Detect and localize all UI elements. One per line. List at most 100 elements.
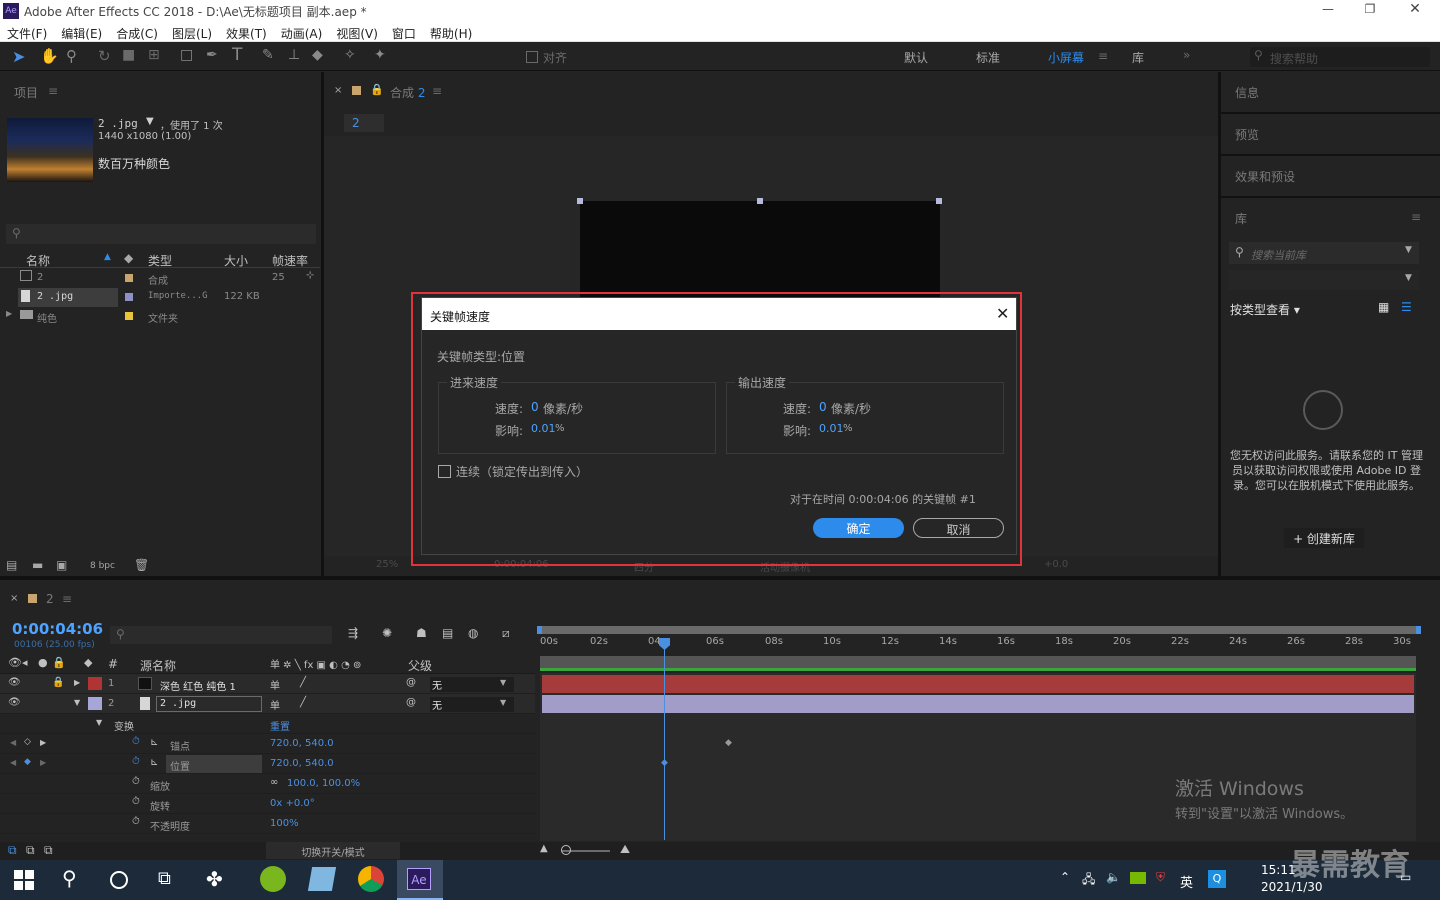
selection-tool-icon[interactable]: ➤ (12, 47, 25, 66)
work-area-start-handle[interactable] (537, 626, 542, 634)
puppet-pin-tool-icon[interactable]: ✦ (374, 47, 386, 63)
chevron-down-icon[interactable]: ▼ (1405, 273, 1412, 283)
panel-menu-icon[interactable]: ≡ (62, 592, 72, 606)
shy-layers-icon[interactable]: ☗ (416, 626, 427, 640)
prev-keyframe-icon[interactable]: ◀ (10, 758, 16, 767)
search-icon[interactable]: ⚲ (62, 866, 77, 890)
hand-tool-icon[interactable]: ✋ (40, 47, 59, 65)
dialog-close-icon[interactable]: ✕ (996, 304, 1009, 323)
workspace-menu-icon[interactable]: ≡ (1098, 49, 1108, 63)
selection-handle[interactable] (757, 198, 763, 204)
timeline-comp-name[interactable]: 2 (46, 592, 54, 606)
minimize-button[interactable]: — (1318, 2, 1338, 16)
menu-animation[interactable]: 动画(A) (274, 22, 330, 42)
volume-icon[interactable]: 🔈 (1106, 870, 1121, 884)
panel-menu-icon[interactable]: ≡ (432, 84, 442, 98)
close-tab-icon[interactable]: × (10, 593, 18, 604)
add-keyframe-icon[interactable]: ◇ (24, 737, 31, 747)
new-composition-icon[interactable]: ▣ (56, 558, 67, 572)
bpc-label[interactable]: 8 bpc (90, 561, 115, 571)
expand-arrow-icon[interactable]: ▶ (6, 309, 12, 318)
prev-keyframe-icon[interactable]: ◀ (10, 738, 16, 747)
pinwheel-app-icon[interactable]: ✤ (206, 867, 223, 891)
visibility-toggle-icon[interactable]: 👁 (8, 677, 21, 688)
align-checkbox[interactable] (526, 51, 538, 63)
property-value[interactable]: 720.0, 540.0 (270, 738, 334, 749)
grid-view-icon[interactable]: ▦ (1378, 300, 1389, 314)
library-search-input[interactable]: ⚲ 搜索当前库 ▼ (1229, 242, 1419, 264)
interpret-footage-icon[interactable]: ▤ (6, 558, 17, 572)
column-size[interactable]: 大小 (224, 252, 248, 269)
property-row-scale[interactable]: ⏱ 缩放 ∞ 100.0, 100.0% (0, 774, 535, 794)
rotate-tool-icon[interactable]: ↻ (98, 47, 111, 65)
flowchart-icon[interactable]: ⊹ (306, 270, 314, 281)
nvidia-icon[interactable] (1130, 872, 1146, 884)
layer-row[interactable]: 👁 🔒 ▶ 1 深色 红色 纯色 1 单 ╱ @ 无 ▼ (0, 674, 535, 694)
after-effects-taskbar-button[interactable]: Ae (397, 860, 443, 900)
menu-composition[interactable]: 合成(C) (109, 22, 165, 42)
source-name-header[interactable]: 源名称 (140, 657, 176, 674)
graph-editor-icon[interactable]: ⧄ (502, 626, 510, 641)
asset-dropdown-icon[interactable]: ▼ (146, 116, 154, 127)
pen-tool-icon[interactable]: ✒ (206, 47, 218, 63)
zoom-slider-handle[interactable] (561, 845, 571, 855)
preview-panel-tab[interactable]: 预览 (1235, 126, 1259, 143)
label-tag-icon[interactable]: ◆ (124, 251, 133, 265)
menu-view[interactable]: 视图(V) (329, 22, 385, 42)
transform-group-row[interactable]: ▼ 变换 重置 (0, 714, 535, 734)
property-row-anchor[interactable]: ◀ ◇ ▶ ⏱ ⊾ 锚点 720.0, 540.0 (0, 734, 535, 754)
project-item-jpg[interactable]: 2 .jpg Importe...G 122 KB (0, 288, 320, 307)
layer-label-swatch[interactable] (88, 677, 102, 690)
new-folder-icon[interactable]: ▬ (32, 558, 43, 572)
sort-ascending-icon[interactable]: ▲ (104, 252, 111, 262)
project-item-folder[interactable]: ▶ 纯色 文件夹 (0, 307, 320, 326)
roto-brush-tool-icon[interactable]: ✧ (344, 47, 356, 63)
layer-name[interactable]: 深色 红色 纯色 1 (160, 678, 236, 693)
workspace-default[interactable]: 默认 (904, 49, 928, 66)
chevron-down-icon[interactable]: ▼ (500, 678, 506, 687)
transfer-controls-icon[interactable]: ⧉ (26, 843, 35, 858)
chrome-icon[interactable] (358, 866, 384, 892)
view-by-type[interactable]: 按类型查看 ▾ (1230, 301, 1300, 318)
next-keyframe-icon[interactable]: ▶ (40, 758, 46, 767)
start-icon[interactable] (14, 870, 34, 890)
motion-blur-icon[interactable]: ◍ (468, 626, 478, 640)
camera-tool-icon[interactable]: ■ (122, 47, 135, 63)
stopwatch-icon[interactable]: ⏱ (132, 736, 140, 747)
lock-toggle-icon[interactable]: 🔒 (52, 677, 64, 688)
eraser-tool-icon[interactable]: ◆ (312, 47, 323, 63)
toggle-switches-modes[interactable]: 切换开关/模式 (266, 842, 400, 859)
project-search-input[interactable]: ⚲ (6, 224, 316, 244)
work-area-end-handle[interactable] (1416, 626, 1421, 634)
zoom-out-icon[interactable]: ▲ (540, 843, 548, 854)
stopwatch-icon[interactable]: ⏱ (132, 796, 140, 807)
close-tab-icon[interactable]: × (334, 85, 342, 96)
work-area-bar[interactable] (537, 626, 1421, 634)
property-row-opacity[interactable]: ⏱ 不透明度 100% (0, 814, 535, 834)
trash-icon[interactable]: 🗑 (134, 558, 149, 572)
comp-flowchart-icon[interactable]: ⇶ (348, 626, 358, 640)
network-icon[interactable]: 🖧 (1082, 870, 1095, 891)
library-panel-tab[interactable]: 库 (1235, 210, 1247, 227)
search-help-box[interactable]: ⚲ 搜索帮助 (1250, 47, 1430, 67)
continuous-label[interactable]: 连续（锁定传出到传入） (456, 463, 588, 480)
continuous-checkbox[interactable] (438, 465, 451, 478)
graph-icon[interactable]: ⊾ (150, 757, 158, 768)
chevron-down-icon[interactable]: ▼ (1405, 245, 1412, 255)
pan-behind-tool-icon[interactable]: ⊞ (148, 47, 160, 63)
chevron-down-icon[interactable]: ▼ (500, 698, 506, 707)
zoom-in-icon[interactable]: ⛰ (620, 842, 630, 857)
project-item-comp[interactable]: 2 合成 25 ⊹ (0, 269, 320, 288)
column-fps[interactable]: 帧速率 (272, 252, 308, 269)
exposure-value[interactable]: +0.0 (1044, 559, 1068, 570)
layer-bar-jpg[interactable] (542, 695, 1414, 713)
column-type[interactable]: 类型 (148, 252, 172, 269)
comp-tab[interactable]: 2 (344, 114, 384, 132)
show-hidden-icons[interactable]: ⌃ (1060, 870, 1070, 884)
clone-stamp-tool-icon[interactable]: ⊥ (288, 47, 300, 63)
in-out-icon[interactable]: ⧉ (44, 843, 53, 858)
zoom-level[interactable]: 25% (376, 559, 398, 570)
property-row-rotation[interactable]: ⏱ 旋转 0x +0.0° (0, 794, 535, 814)
info-panel-tab[interactable]: 信息 (1235, 84, 1259, 101)
reset-transform-link[interactable]: 重置 (270, 718, 290, 733)
